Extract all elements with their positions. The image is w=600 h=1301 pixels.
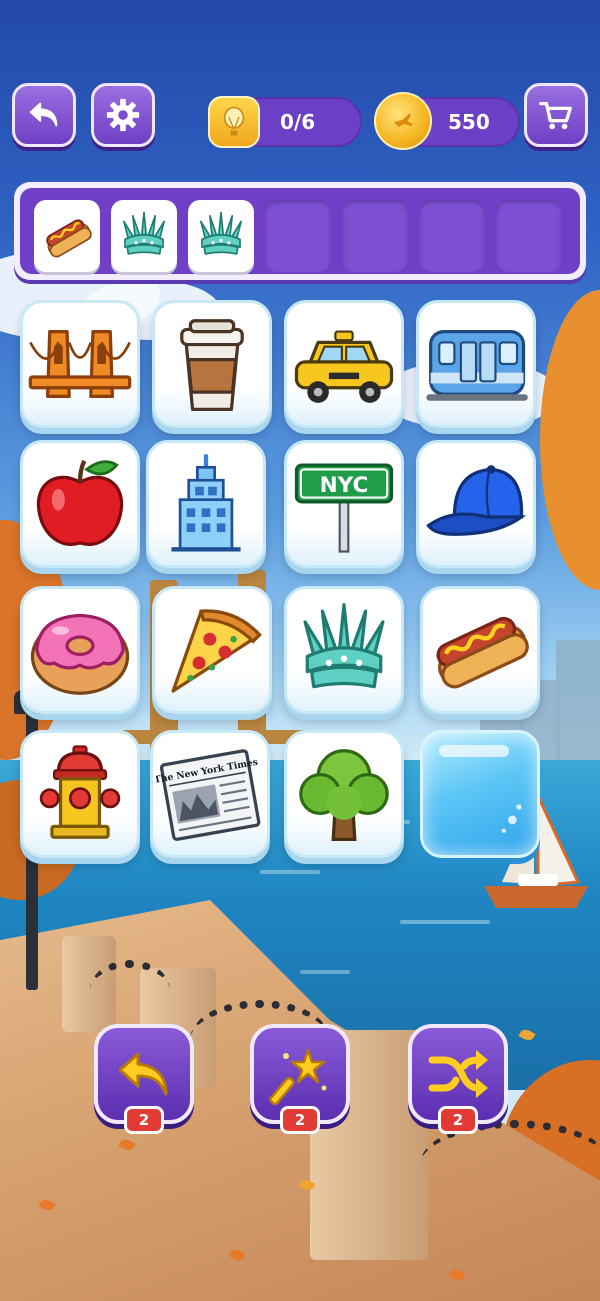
collection-tray bbox=[14, 182, 586, 280]
shuffle-booster-button[interactable]: 2 bbox=[408, 1024, 508, 1134]
tile-skyscraper[interactable] bbox=[146, 440, 266, 568]
city-building bbox=[556, 640, 600, 780]
tray-slot-empty bbox=[419, 200, 485, 272]
tray-slots bbox=[20, 188, 580, 274]
subway-train-icon bbox=[426, 329, 528, 401]
tile-baseball-cap[interactable] bbox=[416, 440, 536, 568]
ice-shine bbox=[439, 745, 509, 757]
coin-icon bbox=[374, 92, 432, 150]
back-button[interactable] bbox=[12, 83, 76, 147]
nyc-sign-text: NYC bbox=[320, 473, 369, 498]
undo-booster-button[interactable]: 2 bbox=[94, 1024, 194, 1134]
top-bar: 0/6 550 bbox=[0, 80, 600, 150]
hot-air-balloon-icon bbox=[208, 96, 260, 148]
baseball-cap-icon bbox=[426, 465, 527, 536]
hot-dog-icon bbox=[46, 219, 92, 258]
tile-hot-dog[interactable] bbox=[420, 586, 540, 714]
tile-coffee-cup[interactable] bbox=[152, 300, 272, 428]
tray-slot-empty bbox=[496, 200, 562, 272]
tile-brooklyn-bridge[interactable] bbox=[20, 300, 140, 428]
tile-subway-train[interactable] bbox=[416, 300, 536, 428]
tray-slot-crown bbox=[111, 200, 177, 272]
apple-icon bbox=[36, 459, 124, 546]
chain bbox=[90, 960, 170, 1020]
coin-counter-text: 550 bbox=[448, 110, 490, 134]
tile-taxi[interactable] bbox=[284, 300, 404, 428]
hot-dog-icon bbox=[436, 616, 529, 689]
tray-slot-crown bbox=[188, 200, 254, 272]
tile-apple[interactable] bbox=[20, 440, 140, 568]
settings-button[interactable] bbox=[91, 83, 155, 147]
tree-icon bbox=[299, 749, 389, 841]
coffee-cup-icon bbox=[180, 319, 244, 411]
statue-of-liberty-crown-icon bbox=[303, 603, 385, 689]
magic-wand-booster-button[interactable]: 2 bbox=[250, 1024, 350, 1134]
tray-slot-empty bbox=[265, 200, 331, 272]
tile-tree[interactable] bbox=[284, 730, 404, 858]
statue-of-liberty-crown-icon bbox=[200, 211, 242, 255]
shuffle-icon bbox=[428, 1050, 488, 1098]
tile-fire-hydrant[interactable] bbox=[20, 730, 140, 858]
undo-booster-count: 2 bbox=[124, 1106, 164, 1134]
tile-statue-of-liberty-crown[interactable] bbox=[284, 586, 404, 714]
cart-icon bbox=[539, 101, 572, 130]
newspaper-icon: The New York Times bbox=[156, 749, 261, 841]
tile-newspaper[interactable]: The New York Times bbox=[150, 730, 270, 858]
shuffle-booster-count: 2 bbox=[438, 1106, 478, 1134]
undo-arrow-icon bbox=[118, 1052, 168, 1096]
tray-slot-empty bbox=[342, 200, 408, 272]
tile-pizza-slice[interactable] bbox=[152, 586, 272, 714]
taxi-icon bbox=[294, 330, 394, 403]
brooklyn-bridge-icon bbox=[28, 329, 132, 399]
back-arrow-icon bbox=[29, 102, 58, 127]
fire-hydrant-icon bbox=[39, 745, 121, 839]
skyscraper-icon bbox=[171, 454, 241, 552]
donut-icon bbox=[30, 613, 130, 695]
tile-nyc-sign[interactable]: NYC bbox=[284, 440, 404, 568]
magic-wand-icon bbox=[269, 1048, 327, 1106]
nyc-sign-icon: NYC bbox=[294, 463, 394, 553]
tile-donut[interactable] bbox=[20, 586, 140, 714]
magic-wand-booster-count: 2 bbox=[280, 1106, 320, 1134]
pizza-slice-icon bbox=[171, 609, 262, 693]
gear-icon bbox=[106, 98, 140, 132]
statue-of-liberty-crown-icon bbox=[123, 211, 165, 255]
tray-slot-hot-dog bbox=[34, 200, 100, 272]
tile-ice-block[interactable] bbox=[420, 730, 540, 858]
shop-button[interactable] bbox=[524, 83, 588, 147]
goal-counter-text: 0/6 bbox=[280, 110, 316, 134]
